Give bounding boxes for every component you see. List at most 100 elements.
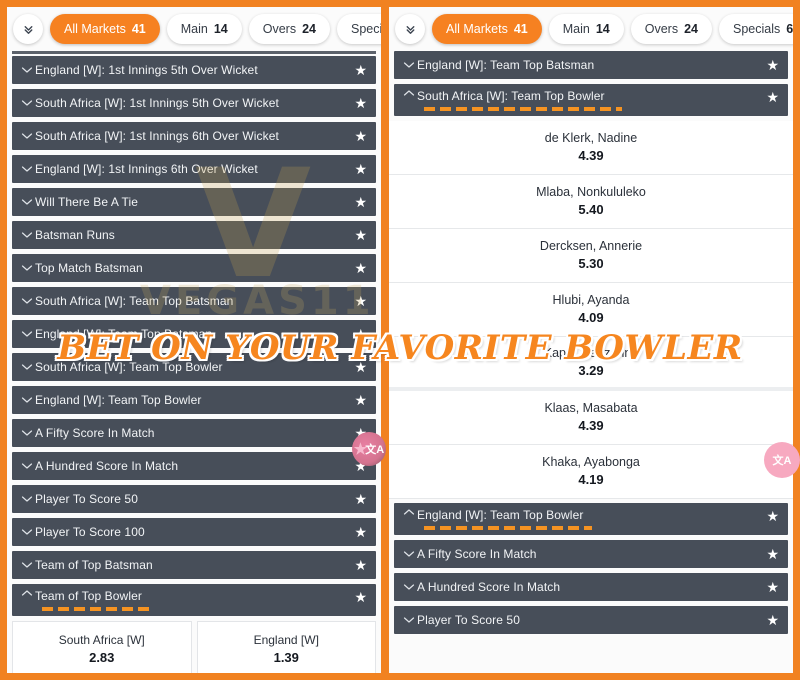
chevron-double-down-icon <box>406 25 414 34</box>
player-odds-row[interactable]: Kapp, Marizanne 3.29 <box>389 337 793 391</box>
chevron-down-icon <box>401 550 417 558</box>
market-row[interactable]: Team of Top Batsman ★ <box>12 551 376 579</box>
player-odds-row[interactable]: Klaas, Masabata 4.39 <box>389 391 793 445</box>
favorite-star-icon[interactable]: ★ <box>354 393 367 407</box>
market-row[interactable]: A Hundred Score In Match ★ <box>394 573 788 601</box>
chevron-double-down-icon <box>24 25 32 34</box>
tab-label: Specials <box>732 22 781 36</box>
market-row[interactable]: South Africa [W]: 1st Innings 6th Over W… <box>12 122 376 150</box>
expand-tabs-button[interactable] <box>13 14 43 44</box>
chevron-down-icon <box>19 495 35 503</box>
favorite-star-icon[interactable]: ★ <box>354 525 367 539</box>
tab-label: Overs <box>262 22 297 36</box>
translate-badge-left[interactable]: ★ 文A <box>352 432 386 466</box>
favorite-star-icon[interactable]: ★ <box>354 195 367 209</box>
chevron-up-icon <box>401 89 417 97</box>
tab-main[interactable]: Main 14 <box>166 14 242 44</box>
favorite-star-icon[interactable]: ★ <box>354 558 367 572</box>
player-odds-row[interactable]: Khaka, Ayabonga 4.19 <box>389 445 793 499</box>
market-row[interactable]: Top Match Batsman ★ <box>12 254 376 282</box>
player-odds-row[interactable]: de Klerk, Nadine 4.39 <box>389 121 793 175</box>
favorite-star-icon[interactable]: ★ <box>354 590 367 604</box>
tab-specials[interactable]: Specials 6 <box>718 14 793 44</box>
market-row[interactable]: England [W]: 1st Innings 6th Over Wicket… <box>12 155 376 183</box>
tab-specials[interactable]: Specials 6 <box>336 14 381 44</box>
market-row[interactable]: England [W]: Team Top Bowler ★ <box>12 386 376 414</box>
favorite-star-icon[interactable]: ★ <box>354 261 367 275</box>
market-row[interactable]: A Hundred Score In Match ★ <box>12 452 376 480</box>
market-row[interactable]: England [W]: Team Top Batsman ★ <box>12 320 376 348</box>
chevron-down-icon <box>19 231 35 239</box>
chevron-down-icon <box>19 297 35 305</box>
tab-overs[interactable]: Overs 24 <box>248 14 330 44</box>
market-row[interactable]: Player To Score 50 ★ <box>12 485 376 513</box>
chevron-up-icon <box>401 508 417 516</box>
tab-count: 41 <box>513 22 528 36</box>
market-row[interactable]: England [W]: Team Top Batsman ★ <box>394 51 788 79</box>
active-market-underline <box>424 107 622 111</box>
player-odds-row[interactable]: Hlubi, Ayanda 4.09 <box>389 283 793 337</box>
favorite-star-icon[interactable]: ★ <box>766 580 779 594</box>
market-row[interactable]: South Africa [W]: 1st Innings 5th Over W… <box>12 89 376 117</box>
favorite-star-icon[interactable]: ★ <box>766 90 779 104</box>
favorite-star-icon[interactable]: ★ <box>354 360 367 374</box>
market-row-label: Team of Top Bowler <box>35 589 142 603</box>
favorite-star-icon[interactable]: ★ <box>354 129 367 143</box>
market-row-label: England [W]: 1st Innings 6th Over Wicket <box>35 162 258 176</box>
player-odds-row[interactable]: Dercksen, Annerie 5.30 <box>389 229 793 283</box>
favorite-star-icon[interactable]: ★ <box>354 63 367 77</box>
odds-cell[interactable]: England [W] 1.39 <box>196 621 376 673</box>
favorite-star-icon[interactable]: ★ <box>766 547 779 561</box>
chevron-down-icon <box>19 198 35 206</box>
favorite-star-icon[interactable]: ★ <box>354 162 367 176</box>
market-row-label: Player To Score 100 <box>35 525 145 539</box>
favorite-star-icon[interactable]: ★ <box>354 294 367 308</box>
chevron-down-icon <box>401 583 417 591</box>
odds-cell[interactable]: South Africa [W] 2.83 <box>12 621 192 673</box>
player-name: Dercksen, Annerie <box>539 239 643 254</box>
market-row[interactable]: England [W]: Team Top Bowler ★ <box>394 503 788 535</box>
player-odds-value: 5.30 <box>578 256 604 272</box>
favorite-star-icon[interactable]: ★ <box>766 613 779 627</box>
market-row[interactable]: Batsman Runs ★ <box>12 221 376 249</box>
translate-badge-label: 文A <box>772 455 792 467</box>
market-row[interactable]: A Fifty Score In Match★ <box>394 540 788 568</box>
tab-overs[interactable]: Overs 24 <box>630 14 712 44</box>
tab-label: Main <box>562 22 590 36</box>
market-row-label: A Fifty Score In Match <box>35 426 155 440</box>
market-row[interactable]: A Fifty Score In Match★ <box>12 419 376 447</box>
favorite-star-icon[interactable]: ★ <box>354 228 367 242</box>
market-row[interactable]: Player To Score 50 ★ <box>394 606 788 634</box>
player-name: Klaas, Masabata <box>544 401 638 416</box>
market-row[interactable]: South Africa [W]: Team Top Bowler ★ <box>394 84 788 116</box>
player-name: Mlaba, Nonkululeko <box>536 185 646 200</box>
right-market-list-top: England [W]: Team Top Batsman ★ South Afri… <box>389 51 793 116</box>
favorite-star-icon[interactable]: ★ <box>354 327 367 341</box>
tab-all-markets[interactable]: All Markets 41 <box>50 14 160 44</box>
screenshot-root: All Markets 41 Main 14 Overs 24 Specials… <box>0 0 800 680</box>
player-name: de Klerk, Nadine <box>544 131 638 146</box>
market-row[interactable]: Team of Top Bowler ★ <box>12 584 376 616</box>
player-odds-row[interactable]: Mlaba, Nonkululeko 5.40 <box>389 175 793 229</box>
favorite-star-icon[interactable]: ★ <box>354 492 367 506</box>
chevron-down-icon <box>19 462 35 470</box>
market-row[interactable]: South Africa [W]: Team Top Batsman ★ <box>12 287 376 315</box>
left-market-filter-tabs: All Markets 41 Main 14 Overs 24 Specials… <box>7 7 381 51</box>
tab-count: 24 <box>302 22 316 36</box>
right-market-filter-tabs: All Markets 41 Main 14 Overs 24 Specials… <box>389 7 793 51</box>
translate-badge-right[interactable]: 文A <box>764 442 800 478</box>
market-row[interactable]: South Africa [W]: Team Top Bowler ★ <box>12 353 376 381</box>
market-row[interactable]: Player To Score 100 ★ <box>12 518 376 546</box>
favorite-star-icon[interactable]: ★ <box>766 58 779 72</box>
market-row[interactable]: England [W]: 1st Innings 5th Over Wicket… <box>12 56 376 84</box>
favorite-star-icon[interactable]: ★ <box>766 509 779 523</box>
expand-tabs-button[interactable] <box>395 14 425 44</box>
market-row-label: Team of Top Batsman <box>35 558 153 572</box>
chevron-down-icon <box>19 99 35 107</box>
market-row-label: South Africa [W]: 1st Innings 5th Over W… <box>35 96 279 110</box>
tab-main[interactable]: Main 14 <box>548 14 624 44</box>
tab-all-markets[interactable]: All Markets 41 <box>432 14 542 44</box>
market-row[interactable]: Will There Be A Tie ★ <box>12 188 376 216</box>
tab-label: Main <box>180 22 208 36</box>
favorite-star-icon[interactable]: ★ <box>354 96 367 110</box>
